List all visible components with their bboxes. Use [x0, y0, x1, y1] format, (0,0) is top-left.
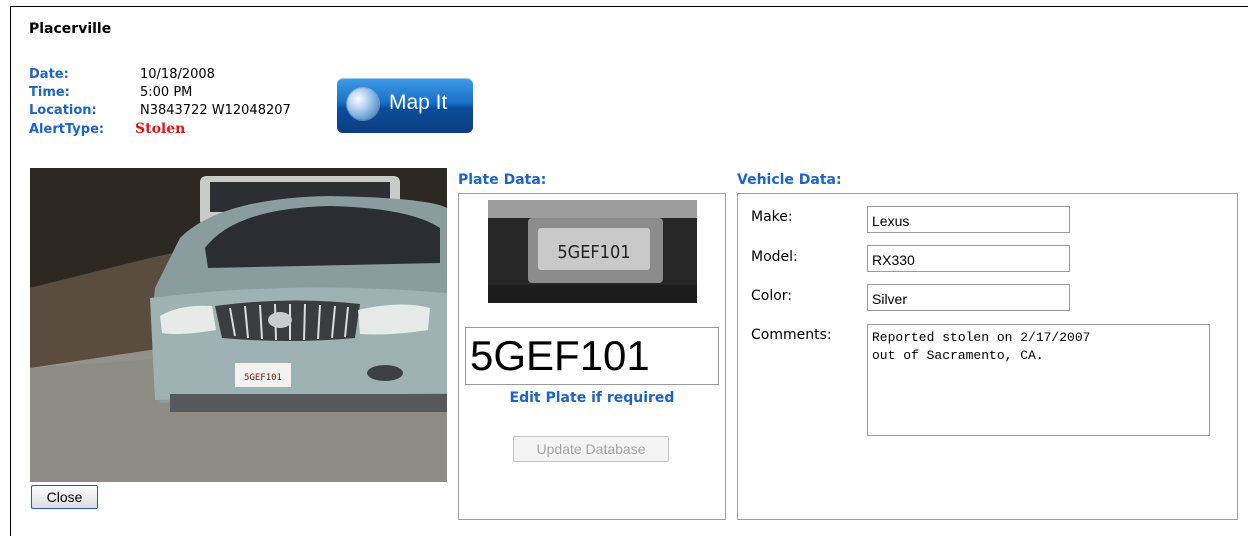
photo-plate-text: 5GEF101 [244, 373, 282, 383]
location-row: Location: N3843722 W12048207 [29, 102, 291, 120]
time-label: Time: [29, 85, 70, 100]
alert-type-value: Stolen [135, 121, 186, 137]
comments-textarea[interactable]: Reported stolen on 2/17/2007 out of Sacr… [867, 324, 1210, 436]
edit-plate-hint: Edit Plate if required [509, 390, 675, 406]
alert-type-label: AlertType: [29, 122, 105, 137]
map-it-label: Map It [389, 91, 448, 114]
model-input[interactable] [867, 245, 1070, 272]
close-button[interactable]: Close [31, 485, 98, 509]
plate-image-text: 5GEF101 [557, 242, 630, 263]
color-input[interactable] [867, 284, 1070, 311]
map-it-button[interactable]: Map It [337, 78, 473, 133]
alert-type-row: AlertType: Stolen [29, 120, 291, 138]
model-label: Model: [751, 249, 798, 265]
time-row: Time: 5:00 PM [29, 84, 291, 102]
plate-number-input[interactable] [465, 327, 719, 385]
make-label: Make: [751, 209, 793, 225]
update-database-button[interactable]: Update Database [513, 436, 669, 462]
plate-image-illustration: 5GEF101 [488, 200, 697, 303]
alert-details: Date: 10/18/2008 Time: 5:00 PM Location: N3… [29, 66, 291, 138]
comments-label: Comments: [751, 327, 832, 343]
location-label: Location: [29, 103, 97, 118]
date-label: Date: [29, 67, 69, 82]
date-value: 10/18/2008 [140, 67, 215, 82]
color-label: Color: [751, 288, 793, 304]
make-input[interactable] [867, 206, 1070, 233]
location-value: N3843722 W12048207 [140, 103, 291, 118]
vehicle-photo: 5GEF101 [30, 168, 447, 482]
globe-icon [347, 88, 379, 120]
vehicle-photo-illustration: 5GEF101 [30, 168, 447, 482]
vehicle-data-title: Vehicle Data: [737, 172, 842, 188]
time-value: 5:00 PM [140, 85, 193, 100]
date-row: Date: 10/18/2008 [29, 66, 291, 84]
plate-image: 5GEF101 [488, 200, 697, 303]
page-title: Placerville [29, 21, 112, 37]
plate-data-title: Plate Data: [458, 172, 547, 188]
